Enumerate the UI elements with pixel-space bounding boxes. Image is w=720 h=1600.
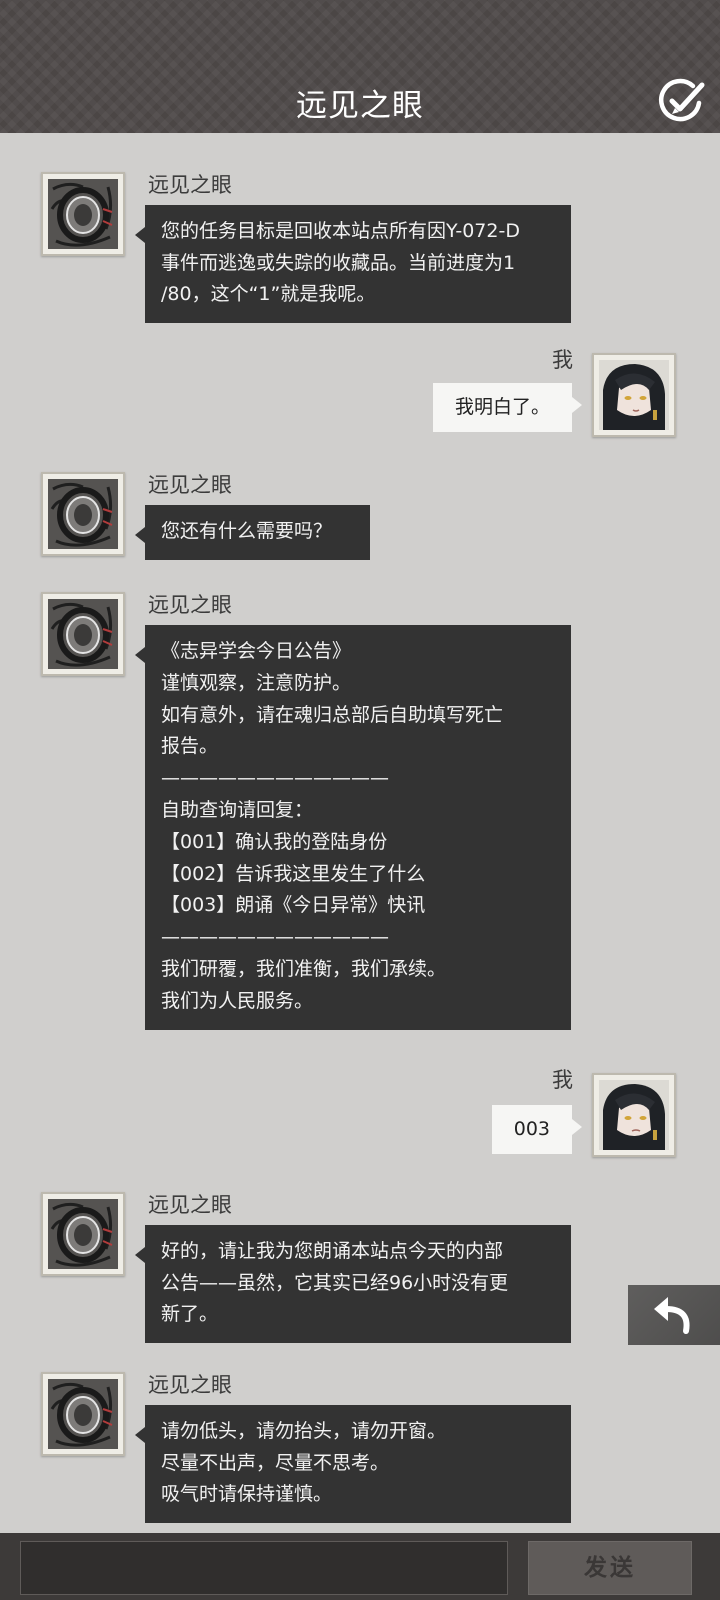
my-avatar[interactable] bbox=[592, 353, 676, 437]
bot-avatar[interactable] bbox=[41, 592, 125, 676]
sender-name: 远见之眼 bbox=[148, 1373, 232, 1397]
header: 远见之眼 bbox=[0, 0, 720, 133]
sender-name: 远见之眼 bbox=[148, 473, 232, 497]
message-input[interactable] bbox=[20, 1541, 508, 1595]
message-bubble: 请勿低头，请勿抬头，请勿开窗。 尽量不出声，尽量不思考。 吸气时请保持谨慎。 bbox=[135, 1405, 571, 1523]
back-button[interactable] bbox=[628, 1285, 720, 1345]
sender-name: 远见之眼 bbox=[148, 1193, 232, 1217]
sender-name: 我 bbox=[552, 1068, 573, 1092]
message-bubble: 003 bbox=[491, 1105, 583, 1154]
sender-name: 我 bbox=[552, 348, 573, 372]
chat-area[interactable]: 远见之眼 您的任务目标是回收本站点所有因Y-072-D 事件而逃逸或失踪的收藏品… bbox=[0, 133, 720, 1533]
sender-name: 远见之眼 bbox=[148, 593, 232, 617]
bot-avatar[interactable] bbox=[41, 1192, 125, 1276]
sender-name: 远见之眼 bbox=[148, 173, 232, 197]
message-bubble: 您的任务目标是回收本站点所有因Y-072-D 事件而逃逸或失踪的收藏品。当前进度… bbox=[135, 205, 571, 323]
page-title: 远见之眼 bbox=[296, 88, 424, 124]
message-bubble: 我明白了。 bbox=[432, 383, 583, 432]
undo-arrow-icon bbox=[654, 1297, 690, 1334]
message-bubble: 好的，请让我为您朗诵本站点今天的内部 公告——虽然，它其实已经96小时没有更 新… bbox=[135, 1225, 571, 1343]
bot-avatar[interactable] bbox=[41, 172, 125, 256]
send-button[interactable]: 发送 bbox=[528, 1541, 692, 1595]
message-bubble: 您还有什么需要吗？ bbox=[135, 505, 370, 560]
edit-note-icon[interactable] bbox=[656, 77, 706, 123]
bot-avatar[interactable] bbox=[41, 1372, 125, 1456]
input-bar: 发送 bbox=[0, 1533, 720, 1600]
message-bubble: 《志异学会今日公告》 谨慎观察，注意防护。 如有意外，请在魂归总部后自助填写死亡… bbox=[135, 625, 571, 1030]
my-avatar[interactable] bbox=[592, 1073, 676, 1157]
bot-avatar[interactable] bbox=[41, 472, 125, 556]
